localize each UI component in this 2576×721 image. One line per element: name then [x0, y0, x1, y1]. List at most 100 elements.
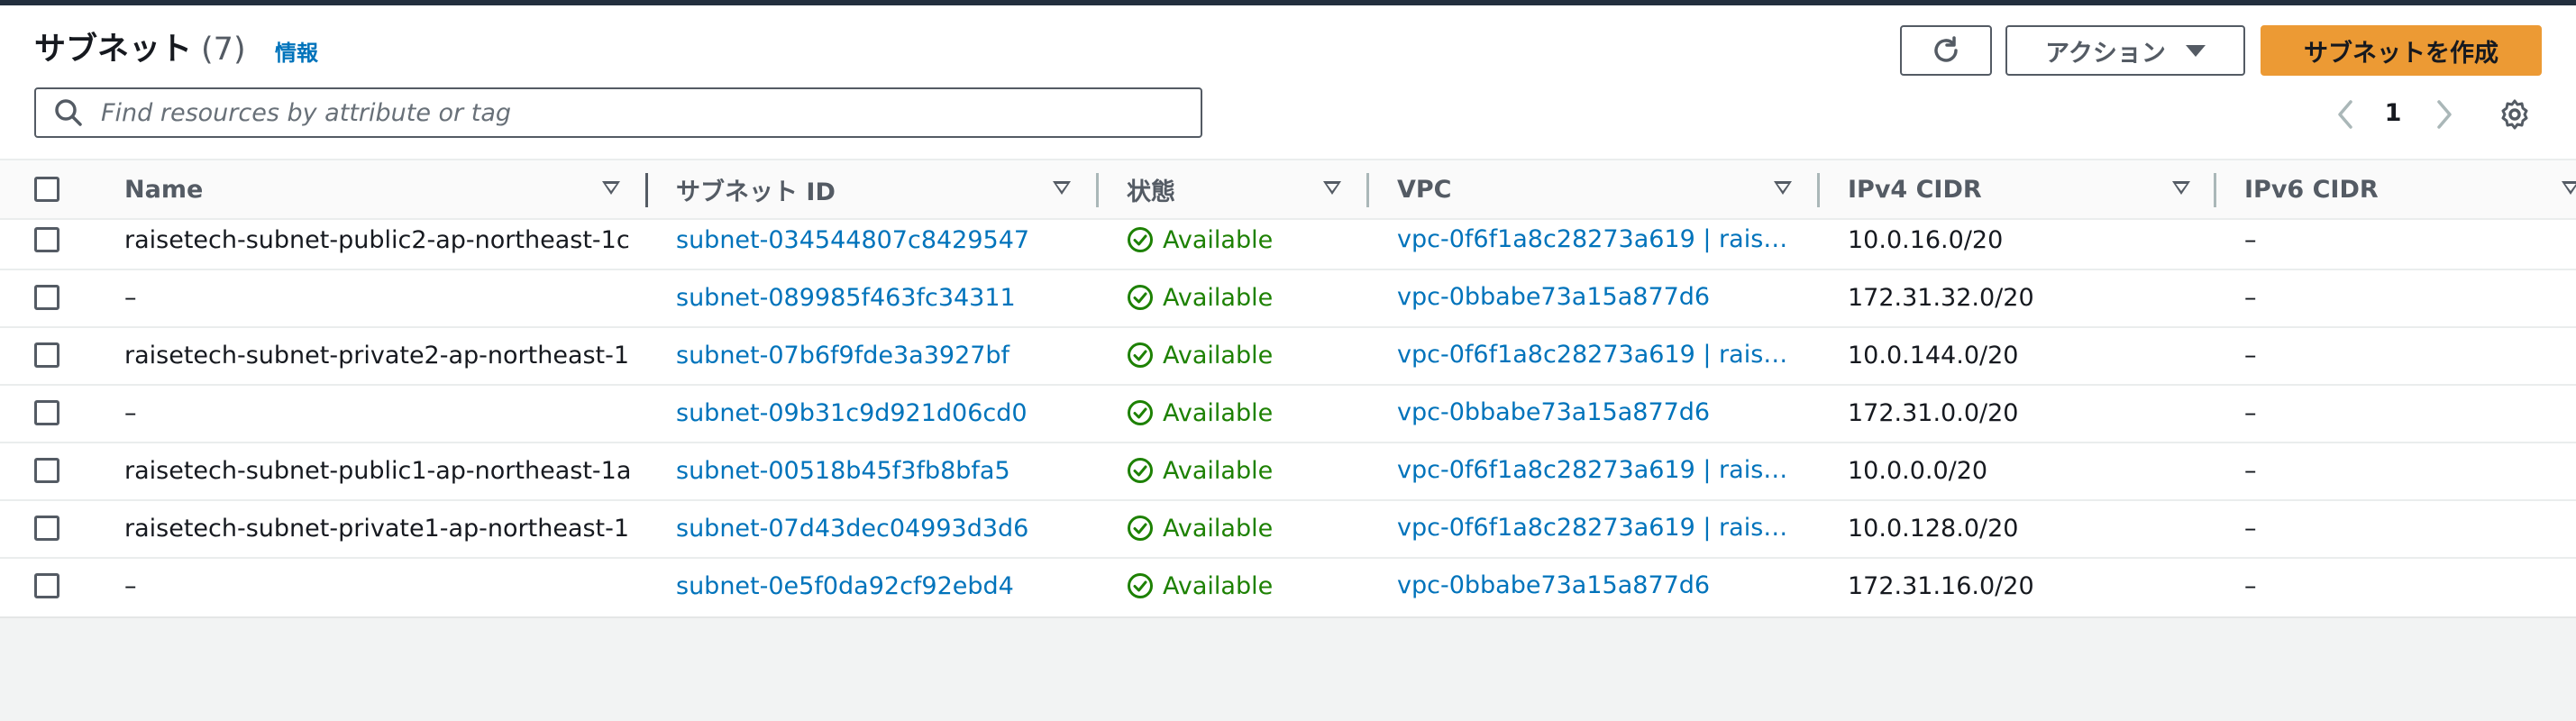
page-title: サブネット (7) — [34, 29, 246, 70]
row-checkbox[interactable] — [34, 400, 59, 425]
chevron-left-icon[interactable] — [2327, 96, 2363, 132]
column-header-name[interactable]: Name — [124, 160, 203, 218]
sort-icon[interactable] — [1323, 181, 1341, 195]
select-all-checkbox[interactable] — [34, 177, 59, 202]
row-checkbox[interactable] — [34, 227, 59, 252]
resource-count: (7) — [201, 32, 246, 68]
search-icon — [50, 95, 87, 131]
vpc-link[interactable]: vpc-0bbabe73a15a877d6 — [1397, 269, 1794, 326]
page-number[interactable]: 1 — [2380, 99, 2407, 127]
sort-icon[interactable] — [1053, 181, 1071, 195]
title-text: サブネット — [34, 32, 193, 68]
cell-ipv6-cidr: – — [2244, 456, 2257, 485]
table-row[interactable]: – subnet-089985f463fc34311 Available vpc… — [0, 269, 2576, 328]
state-label: Available — [1163, 398, 1274, 427]
sort-icon[interactable] — [2562, 181, 2576, 195]
cell-name: – — [124, 283, 137, 312]
cell-ipv6-cidr: – — [2244, 514, 2257, 543]
table-row[interactable]: raisetech-subnet-private1-ap-northeast-1… — [0, 499, 2576, 559]
state-label: Available — [1163, 571, 1274, 600]
subnet-id-link[interactable]: subnet-07b6f9fde3a3927bf — [676, 326, 1109, 384]
column-resizer[interactable] — [1817, 173, 1820, 207]
cell-name: – — [124, 398, 137, 427]
column-header-subnet-id[interactable]: サブネット ID — [676, 160, 836, 218]
column-header-ipv4-cidr[interactable]: IPv4 CIDR — [1848, 160, 1982, 218]
column-resizer[interactable] — [1366, 173, 1369, 207]
subnet-id-link[interactable]: subnet-07d43dec04993d3d6 — [676, 499, 1109, 557]
vpc-link[interactable]: vpc-0f6f1a8c28273a619 | raisetech-vpc — [1397, 442, 1794, 499]
cell-ipv6-cidr: – — [2244, 225, 2257, 254]
check-circle-icon — [1128, 458, 1153, 483]
sort-icon[interactable] — [602, 181, 620, 195]
state-label: Available — [1163, 456, 1274, 485]
check-circle-icon — [1128, 342, 1153, 368]
cell-ipv4-cidr: 10.0.144.0/20 — [1848, 341, 2019, 370]
table-row[interactable]: raisetech-subnet-public2-ap-northeast-1c… — [0, 211, 2576, 270]
search-input[interactable] — [99, 97, 1201, 128]
row-checkbox[interactable] — [34, 573, 59, 598]
cell-name: – — [124, 571, 137, 600]
subnet-id-link[interactable]: subnet-034544807c8429547 — [676, 211, 1109, 269]
table-row[interactable]: raisetech-subnet-private2-ap-northeast-1… — [0, 326, 2576, 386]
search-bar[interactable] — [34, 87, 1202, 138]
vpc-link[interactable]: vpc-0f6f1a8c28273a619 | raisetech-vpc — [1397, 211, 1794, 269]
check-circle-icon — [1128, 516, 1153, 541]
cell-ipv4-cidr: 172.31.32.0/20 — [1848, 283, 2034, 312]
cell-ipv4-cidr: 172.31.16.0/20 — [1848, 571, 2034, 600]
state-label: Available — [1163, 225, 1274, 254]
cell-state: Available — [1127, 499, 1361, 557]
subnet-id-link[interactable]: subnet-00518b45f3fb8bfa5 — [676, 442, 1109, 499]
state-label: Available — [1163, 283, 1274, 312]
table-row[interactable]: raisetech-subnet-public1-ap-northeast-1a… — [0, 442, 2576, 501]
row-checkbox[interactable] — [34, 516, 59, 541]
cell-ipv4-cidr: 10.0.0.0/20 — [1848, 456, 1988, 485]
row-checkbox[interactable] — [34, 458, 59, 483]
actions-label: アクション — [2045, 39, 2166, 68]
refresh-button[interactable] — [1900, 25, 1992, 76]
column-header-state[interactable]: 状態 — [1127, 160, 1175, 218]
cell-state: Available — [1127, 326, 1361, 384]
cell-name: raisetech-subnet-public2-ap-northeast-1c — [124, 225, 629, 254]
vpc-link[interactable]: vpc-0bbabe73a15a877d6 — [1397, 384, 1794, 442]
state-label: Available — [1163, 341, 1274, 370]
sort-icon[interactable] — [1774, 181, 1792, 195]
column-resizer[interactable] — [1096, 173, 1099, 207]
column-header-vpc[interactable]: VPC — [1397, 160, 1452, 218]
cell-ipv6-cidr: – — [2244, 398, 2257, 427]
check-circle-icon — [1128, 285, 1153, 310]
cell-state: Available — [1127, 384, 1361, 442]
check-circle-icon — [1128, 573, 1153, 598]
chevron-right-icon[interactable] — [2426, 96, 2462, 132]
subnet-id-link[interactable]: subnet-0e5f0da92cf92ebd4 — [676, 557, 1109, 615]
state-label: Available — [1163, 514, 1274, 543]
column-resizer[interactable] — [645, 173, 648, 207]
sort-icon[interactable] — [2172, 181, 2190, 195]
check-circle-icon — [1128, 400, 1153, 425]
cell-name: raisetech-subnet-private1-ap-northeast-1… — [124, 514, 629, 543]
cell-state: Available — [1127, 211, 1361, 269]
cell-ipv4-cidr: 10.0.16.0/20 — [1848, 225, 2004, 254]
info-link[interactable]: 情報 — [275, 40, 318, 67]
cell-state: Available — [1127, 557, 1361, 615]
table-row[interactable]: – subnet-0e5f0da92cf92ebd4 Available vpc… — [0, 557, 2576, 615]
create-subnet-button[interactable]: サブネットを作成 — [2261, 25, 2542, 76]
vpc-link[interactable]: vpc-0bbabe73a15a877d6 — [1397, 557, 1794, 615]
gear-icon[interactable] — [2497, 96, 2533, 132]
subnet-id-link[interactable]: subnet-089985f463fc34311 — [676, 269, 1109, 326]
cell-ipv6-cidr: – — [2244, 341, 2257, 370]
cell-ipv4-cidr: 172.31.0.0/20 — [1848, 398, 2019, 427]
table-row[interactable]: – subnet-09b31c9d921d06cd0 Available vpc… — [0, 384, 2576, 443]
actions-button[interactable]: アクション — [2005, 25, 2245, 76]
column-resizer[interactable] — [2214, 173, 2216, 207]
row-checkbox[interactable] — [34, 342, 59, 368]
check-circle-icon — [1128, 227, 1153, 252]
cell-state: Available — [1127, 442, 1361, 499]
vpc-link[interactable]: vpc-0f6f1a8c28273a619 | raisetech-vpc — [1397, 499, 1794, 557]
caret-down-icon — [2185, 44, 2206, 57]
cell-ipv4-cidr: 10.0.128.0/20 — [1848, 514, 2019, 543]
vpc-link[interactable]: vpc-0f6f1a8c28273a619 | raisetech-vpc — [1397, 326, 1794, 384]
row-checkbox[interactable] — [34, 285, 59, 310]
subnet-id-link[interactable]: subnet-09b31c9d921d06cd0 — [676, 384, 1109, 442]
column-header-ipv6-cidr[interactable]: IPv6 CIDR — [2244, 160, 2379, 218]
cell-state: Available — [1127, 269, 1361, 326]
